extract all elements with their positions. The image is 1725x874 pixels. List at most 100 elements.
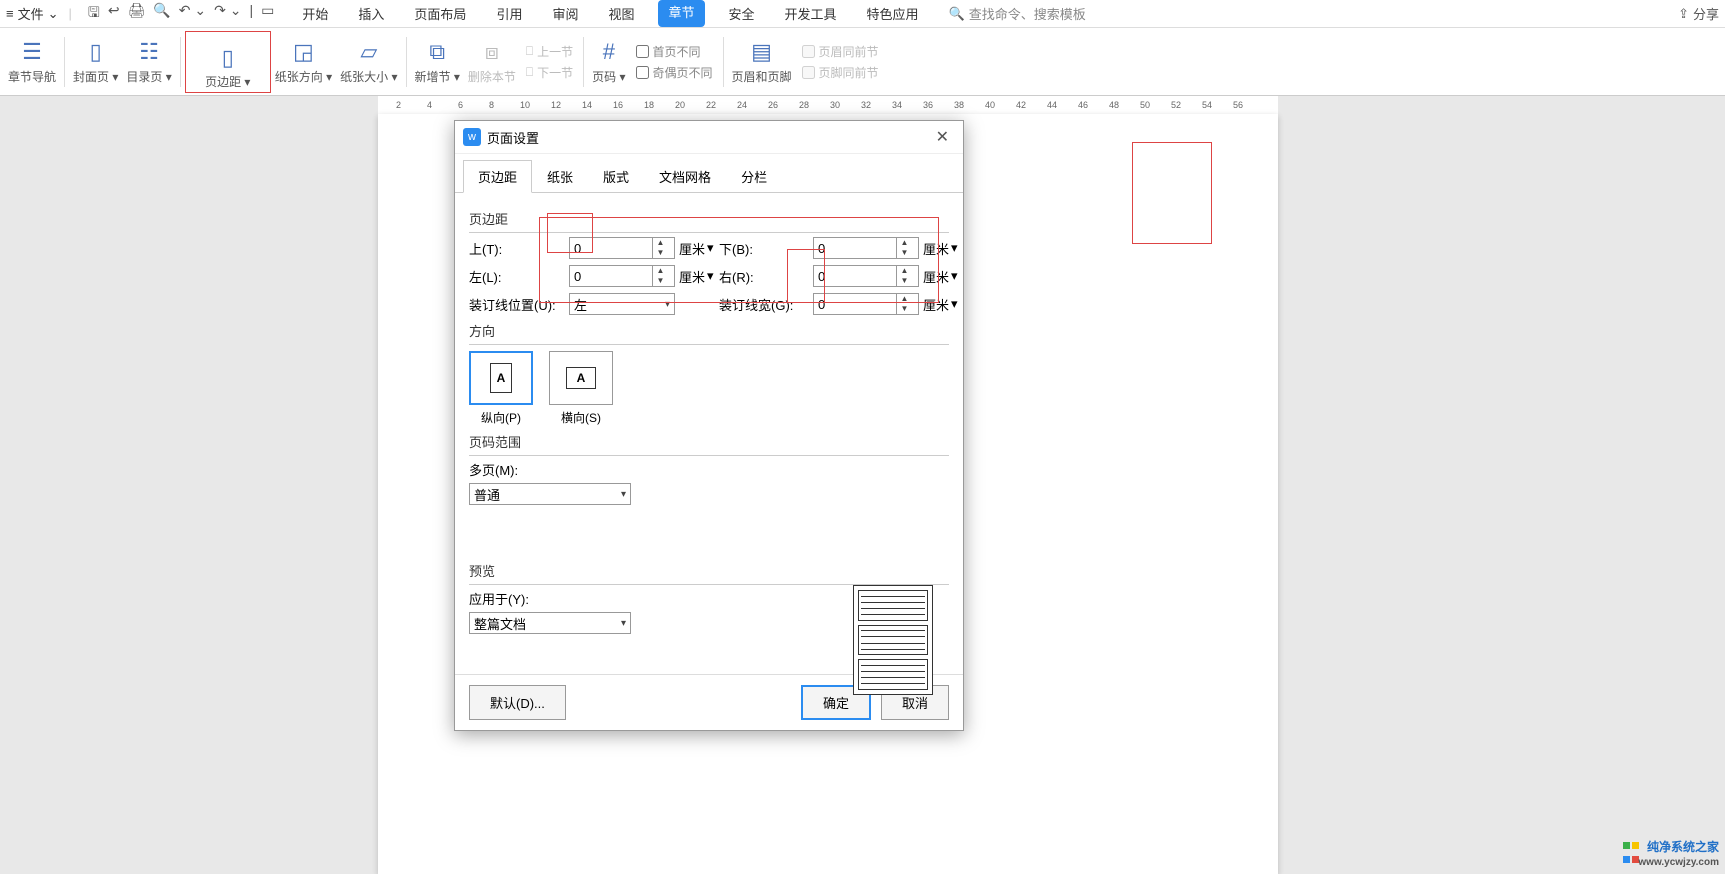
ruler-tick: 12: [551, 100, 561, 110]
bottom-unit[interactable]: 厘米▾: [923, 239, 959, 258]
close-button[interactable]: ✕: [930, 127, 955, 147]
left-unit[interactable]: 厘米▾: [679, 267, 715, 286]
tab-pagelayout[interactable]: 页面布局: [408, 0, 472, 27]
ruler-tick: 36: [923, 100, 933, 110]
ruler-tick: 20: [675, 100, 685, 110]
apply-to-combo[interactable]: 整篇文档▾: [469, 612, 631, 634]
tab-view[interactable]: 视图: [602, 0, 640, 27]
dtab-columns[interactable]: 分栏: [726, 160, 782, 192]
separator: |: [69, 6, 72, 21]
chevron-down-icon: ▾: [951, 240, 958, 256]
top-input[interactable]: [570, 238, 652, 258]
section-nav-small: ⎕上一节 ⎕下一节: [520, 43, 579, 81]
spin-buttons[interactable]: ▲▼: [896, 238, 912, 258]
tab-security[interactable]: 安全: [723, 0, 761, 27]
ruler-tick: 46: [1078, 100, 1088, 110]
checkbox: [802, 45, 815, 58]
separator: [723, 37, 724, 87]
spin-buttons[interactable]: ▲▼: [896, 294, 912, 314]
portrait-box[interactable]: A: [469, 351, 533, 405]
left-spinbox[interactable]: ▲▼: [569, 265, 675, 287]
add-section-button[interactable]: ⧉ 新增节 ▾: [411, 37, 464, 86]
spin-buttons[interactable]: ▲▼: [896, 266, 912, 286]
ruler-tick: 26: [768, 100, 778, 110]
tab-review[interactable]: 审阅: [546, 0, 584, 27]
undo-icon[interactable]: ↶ ⌄: [179, 2, 206, 26]
ribbon-tabs: 开始 插入 页面布局 引用 审阅 视图 章节 安全 开发工具 特色应用: [296, 0, 924, 27]
ruler-tick: 14: [582, 100, 592, 110]
dtab-margins[interactable]: 页边距: [463, 160, 532, 193]
header-footer-button[interactable]: ▤ 页眉和页脚: [728, 37, 796, 86]
tab-reference[interactable]: 引用: [490, 0, 528, 27]
separator: [469, 232, 949, 233]
separator: [583, 37, 584, 87]
tab-insert[interactable]: 插入: [352, 0, 390, 27]
dtab-grid[interactable]: 文档网格: [644, 160, 726, 192]
page-number-button[interactable]: # 页码 ▾: [588, 37, 629, 86]
left-input[interactable]: [570, 266, 652, 286]
orientation-button[interactable]: ◲ 纸张方向 ▾: [271, 37, 336, 86]
chevron-down-icon: ▾: [388, 70, 397, 84]
tab-section[interactable]: 章节: [658, 0, 704, 27]
delete-section-button: ⧈ 删除本节: [464, 37, 520, 86]
gutter-width-spinbox[interactable]: ▲▼: [813, 293, 919, 315]
dtab-layout[interactable]: 版式: [588, 160, 644, 192]
gutter-pos-combo[interactable]: 左▾: [569, 293, 675, 315]
right-input[interactable]: [814, 266, 896, 286]
right-spinbox[interactable]: ▲▼: [813, 265, 919, 287]
checkbox[interactable]: [636, 45, 649, 58]
open-icon[interactable]: ↩: [108, 2, 120, 26]
landscape-box[interactable]: A: [549, 351, 613, 405]
bottom-label: 下(B):: [719, 239, 809, 258]
margins-button[interactable]: ▯ 页边距 ▾: [185, 31, 271, 93]
right-unit[interactable]: 厘米▾: [923, 267, 959, 286]
spin-buttons[interactable]: ▲▼: [652, 238, 668, 258]
preview-section-label: 预览: [469, 561, 949, 580]
search-icon: 🔍: [949, 6, 965, 22]
print-preview-icon[interactable]: 🔍: [153, 2, 170, 26]
portrait-option[interactable]: A 纵向(P): [469, 351, 533, 426]
portrait-icon: A: [490, 363, 512, 393]
ruler-tick: 8: [489, 100, 494, 110]
share-button[interactable]: ⇪ 分享: [1678, 4, 1719, 23]
checkbox[interactable]: [636, 66, 649, 79]
ruler-tick: 42: [1016, 100, 1026, 110]
command-search[interactable]: 🔍 查找命令、搜索模板: [949, 4, 1086, 23]
save-icon[interactable]: 🖫: [88, 2, 100, 26]
first-page-diff-check[interactable]: 首页不同: [636, 43, 713, 60]
tab-special[interactable]: 特色应用: [861, 0, 925, 27]
bottom-input[interactable]: [814, 238, 896, 258]
separator: [469, 455, 949, 456]
separator: [64, 37, 65, 87]
dialog-body: 页边距 上(T): ▲▼ 厘米▾ 下(B): ▲▼ 厘米▾ 左(L): ▲▼ 厘…: [455, 193, 963, 674]
ruler-tick: 48: [1109, 100, 1119, 110]
ruler-tick: 50: [1140, 100, 1150, 110]
gutter-width-input[interactable]: [814, 294, 896, 314]
section-nav-button[interactable]: ☰ 章节导航: [4, 37, 60, 86]
tab-devtools[interactable]: 开发工具: [779, 0, 843, 27]
share-icon: ⇪: [1678, 6, 1689, 22]
bottom-spinbox[interactable]: ▲▼: [813, 237, 919, 259]
toc-page-button[interactable]: ☷ 目录页 ▾: [122, 37, 175, 86]
chevron-down-icon: ▾: [451, 70, 460, 84]
default-button[interactable]: 默认(D)...: [469, 685, 566, 720]
file-menu[interactable]: ≡ 文件 ⌄: [6, 4, 59, 23]
paper-size-button[interactable]: ▱ 纸张大小 ▾: [336, 37, 401, 86]
gutter-unit[interactable]: 厘米▾: [923, 295, 959, 314]
cover-page-button[interactable]: ▯ 封面页 ▾: [69, 37, 122, 86]
odd-even-diff-check[interactable]: 奇偶页不同: [636, 64, 713, 81]
overline-icon[interactable]: ▭: [261, 2, 274, 26]
multi-page-combo[interactable]: 普通▾: [469, 483, 631, 505]
dialog-title-text: 页面设置: [487, 128, 539, 147]
redo-icon[interactable]: ↷ ⌄: [214, 2, 241, 26]
tab-start[interactable]: 开始: [296, 0, 334, 27]
ruler-tick: 32: [861, 100, 871, 110]
dtab-paper[interactable]: 纸张: [532, 160, 588, 192]
size-icon: ▱: [360, 39, 377, 65]
top-spinbox[interactable]: ▲▼: [569, 237, 675, 259]
print-icon[interactable]: 🖨: [128, 2, 146, 26]
landscape-option[interactable]: A 横向(S): [549, 351, 613, 426]
spin-buttons[interactable]: ▲▼: [652, 266, 668, 286]
page-number-icon: #: [603, 39, 615, 65]
top-unit[interactable]: 厘米▾: [679, 239, 715, 258]
